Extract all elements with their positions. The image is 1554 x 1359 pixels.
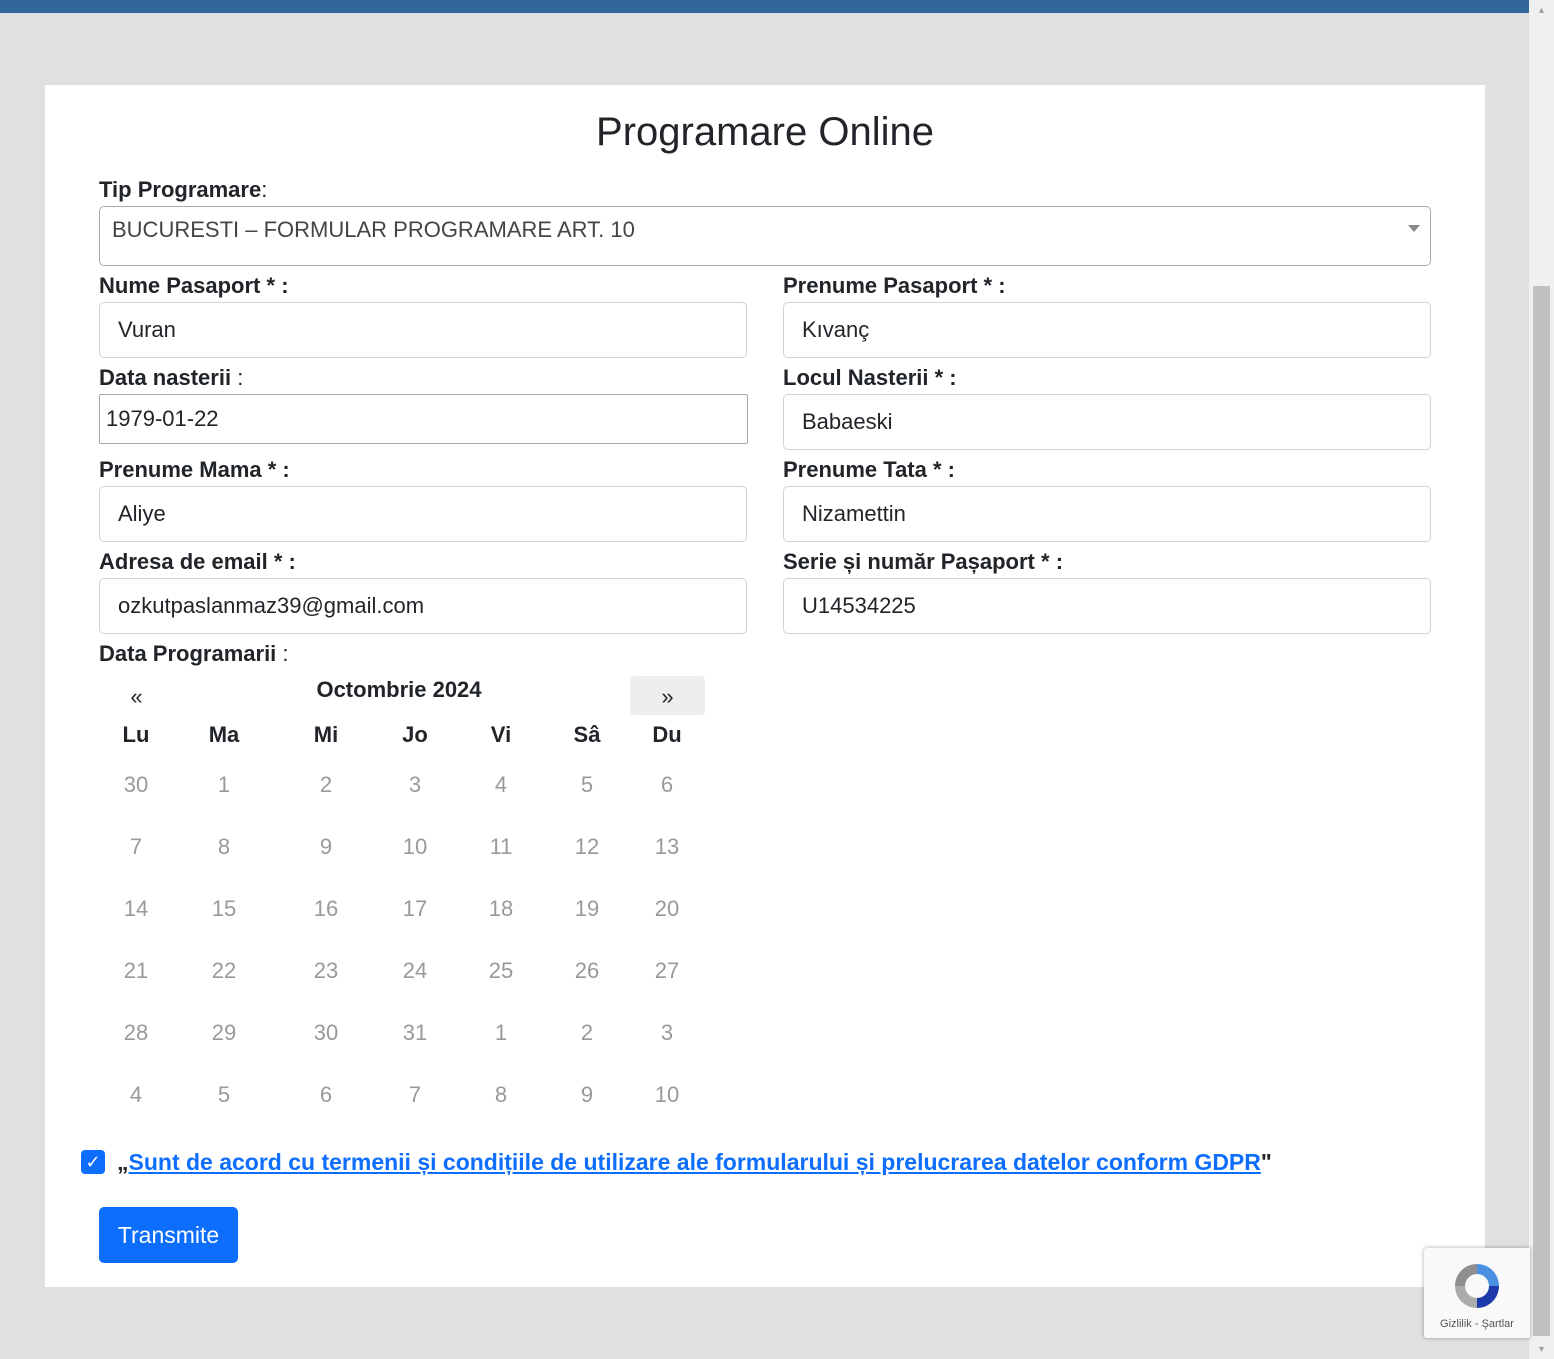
calendar-day[interactable]: 8: [194, 834, 254, 860]
pasaport-label: Serie și număr Pașaport * :: [783, 549, 1064, 574]
calendar-day[interactable]: 10: [637, 1082, 697, 1108]
calendar-day[interactable]: 3: [385, 772, 445, 798]
calendar-day[interactable]: 15: [194, 896, 254, 922]
calendar-day[interactable]: 5: [194, 1082, 254, 1108]
prenume-tata-input[interactable]: Nizamettin: [783, 486, 1431, 542]
calendar-day[interactable]: 26: [557, 958, 617, 984]
consent-checkbox[interactable]: ✓: [81, 1150, 105, 1174]
calendar-month-label: Octombrie 2024: [316, 677, 482, 702]
calendar-day[interactable]: 2: [296, 772, 356, 798]
scrollbar-thumb[interactable]: [1533, 286, 1550, 1336]
calendar-day[interactable]: 21: [106, 958, 166, 984]
calendar-prev-button[interactable]: «: [99, 676, 174, 715]
calendar-day[interactable]: 27: [637, 958, 697, 984]
calendar-day[interactable]: 19: [557, 896, 617, 922]
check-icon: ✓: [85, 1152, 101, 1172]
calendar-day[interactable]: 12: [557, 834, 617, 860]
calendar-day[interactable]: 5: [557, 772, 617, 798]
weekday-label: Sâ: [573, 722, 601, 747]
prenume-mama-input[interactable]: Aliye: [99, 486, 747, 542]
nume-pasaport-label: Nume Pasaport * :: [99, 273, 289, 298]
scroll-up-arrow-icon[interactable]: ▲: [1529, 0, 1554, 20]
calendar-next-button[interactable]: »: [630, 676, 705, 715]
weekday-label: Lu: [122, 722, 150, 747]
weekday-label: Ma: [208, 722, 240, 747]
calendar-day[interactable]: 28: [106, 1020, 166, 1046]
calendar-day[interactable]: 31: [385, 1020, 445, 1046]
locul-nasterii-label: Locul Nasterii * :: [783, 365, 957, 390]
calendar-day[interactable]: 30: [296, 1020, 356, 1046]
calendar-day[interactable]: 9: [557, 1082, 617, 1108]
scroll-down-arrow-icon[interactable]: ▼: [1529, 1339, 1554, 1359]
locul-nasterii-input[interactable]: Babaeski: [783, 394, 1431, 450]
prenume-pasaport-input[interactable]: Kıvanç: [783, 302, 1431, 358]
calendar-day[interactable]: 25: [471, 958, 531, 984]
calendar-day[interactable]: 1: [471, 1020, 531, 1046]
calendar-day[interactable]: 2: [557, 1020, 617, 1046]
calendar-day[interactable]: 18: [471, 896, 531, 922]
recaptcha-badge[interactable]: Gizlilik - Şartlar: [1424, 1248, 1530, 1338]
weekday-label: Du: [652, 722, 682, 747]
calendar-day[interactable]: 3: [637, 1020, 697, 1046]
calendar-day[interactable]: 24: [385, 958, 445, 984]
pasaport-input[interactable]: U14534225: [783, 578, 1431, 634]
calendar-day[interactable]: 6: [637, 772, 697, 798]
calendar-day[interactable]: 7: [385, 1082, 445, 1108]
prenume-pasaport-label: Prenume Pasaport * :: [783, 273, 1006, 298]
calendar-day[interactable]: 20: [637, 896, 697, 922]
data-nasterii-label: Data nasterii :: [99, 365, 244, 390]
consent-terms-link[interactable]: Sunt de acord cu termenii și condițiile …: [129, 1149, 1261, 1175]
consent-text: „Sunt de acord cu termenii și condițiile…: [117, 1149, 1272, 1175]
weekday-label: Mi: [313, 722, 339, 747]
data-programarii-label: Data Programarii :: [99, 641, 289, 666]
calendar-day[interactable]: 29: [194, 1020, 254, 1046]
prenume-mama-label: Prenume Mama * :: [99, 457, 290, 482]
calendar-day[interactable]: 4: [106, 1082, 166, 1108]
calendar-day[interactable]: 4: [471, 772, 531, 798]
dropdown-caret-icon: [1408, 225, 1420, 232]
top-header-bar: [0, 0, 1529, 13]
calendar-day[interactable]: 14: [106, 896, 166, 922]
tip-programare-label: Tip Programare:: [99, 177, 268, 202]
page-scrollbar[interactable]: ▲ ▼: [1529, 0, 1554, 1359]
calendar-day[interactable]: 17: [385, 896, 445, 922]
email-input[interactable]: ozkutpaslanmaz39@gmail.com: [99, 578, 747, 634]
calendar-day[interactable]: 16: [296, 896, 356, 922]
calendar-day[interactable]: 7: [106, 834, 166, 860]
calendar-day[interactable]: 8: [471, 1082, 531, 1108]
submit-button[interactable]: Transmite: [99, 1207, 238, 1263]
tip-programare-select[interactable]: BUCURESTI – FORMULAR PROGRAMARE ART. 10: [99, 206, 1431, 266]
nume-pasaport-input[interactable]: Vuran: [99, 302, 747, 358]
tip-programare-value: BUCURESTI – FORMULAR PROGRAMARE ART. 10: [112, 217, 635, 242]
calendar-day[interactable]: 9: [296, 834, 356, 860]
calendar-day[interactable]: 23: [296, 958, 356, 984]
calendar-day[interactable]: 10: [385, 834, 445, 860]
recaptcha-links[interactable]: Gizlilik - Şartlar: [1424, 1318, 1530, 1330]
email-label: Adresa de email * :: [99, 549, 296, 574]
calendar-day[interactable]: 22: [194, 958, 254, 984]
calendar-day[interactable]: 6: [296, 1082, 356, 1108]
calendar-day[interactable]: 13: [637, 834, 697, 860]
calendar-day[interactable]: 30: [106, 772, 166, 798]
page-title: Programare Online: [596, 110, 934, 154]
weekday-label: Jo: [402, 722, 428, 747]
calendar-day[interactable]: 1: [194, 772, 254, 798]
calendar-day[interactable]: 11: [471, 834, 531, 860]
recaptcha-logo-icon: [1455, 1264, 1499, 1308]
prenume-tata-label: Prenume Tata * :: [783, 457, 955, 482]
data-nasterii-input[interactable]: 1979-01-22: [99, 394, 748, 444]
weekday-label: Vi: [490, 722, 512, 747]
